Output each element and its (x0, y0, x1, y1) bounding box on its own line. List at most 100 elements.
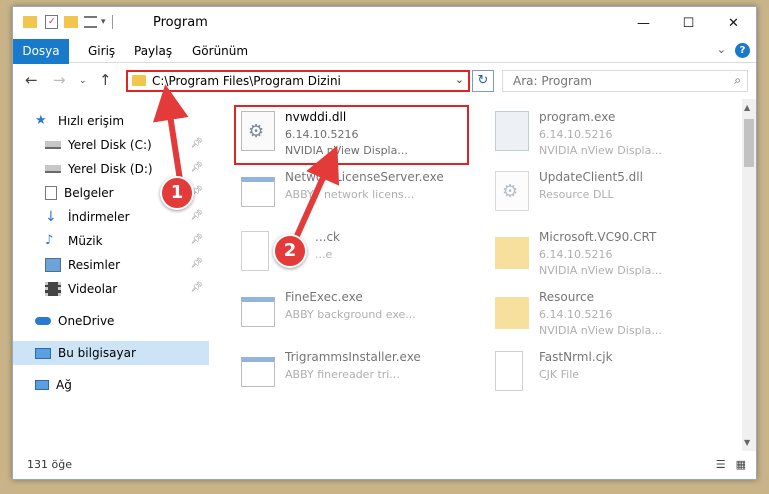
file-name: NetworkLicenseServer.exe (285, 170, 444, 184)
window-title: Program (153, 15, 208, 30)
expand-ribbon-icon[interactable]: ⌄ (717, 43, 726, 56)
pin-icon[interactable]: 📌︎ (190, 210, 203, 221)
file-item[interactable]: FastNrml.cjk CJK File (491, 347, 726, 403)
sidebar-item-quick-access[interactable]: ★ Hızlı erişim (13, 109, 209, 133)
file-list: ⚙ nvwddi.dll 6.14.10.5216 NVIDIA nView D… (223, 99, 748, 451)
file-description: ...e (315, 248, 333, 261)
up-arrow-icon[interactable]: ↑ (99, 71, 112, 89)
explorer-window: ✓ ▾ Program — ☐ ✕ Dosya Giriş Paylaş Gör… (12, 6, 757, 480)
back-arrow-icon[interactable]: ← (25, 71, 38, 89)
minimize-button[interactable]: — (621, 7, 666, 39)
sidebar-item-local-disk-c[interactable]: Yerel Disk (C:) 📌︎ (13, 133, 209, 157)
file-item[interactable]: Microsoft.VC90.CRT 6.14.10.5216 NVIDIA n… (491, 227, 726, 283)
sidebar-item-this-pc[interactable]: Bu bilgisayar (13, 341, 209, 365)
file-version: 6.14.10.5216 (539, 248, 613, 261)
navigation-pane: ★ Hızlı erişim Yerel Disk (C:) 📌︎ Yerel … (13, 99, 209, 451)
tab-share[interactable]: Paylaş (121, 39, 185, 63)
title-separator (111, 15, 113, 29)
quick-access-toolbar: ✓ ▾ (23, 15, 113, 29)
file-item[interactable]: Resource 6.14.10.5216 NVIDIA nView Displ… (491, 287, 726, 343)
file-description: ABBY finereader tri... (285, 368, 400, 381)
file-name: program.exe (539, 110, 616, 124)
sidebar-item-label: Yerel Disk (C:) (68, 138, 152, 152)
scroll-down-icon[interactable]: ▼ (744, 438, 750, 447)
sidebar-item-label: Hızlı erişim (58, 114, 125, 128)
exe-window-icon (241, 177, 275, 207)
search-icon: ⌕ (734, 73, 741, 87)
file-icon (495, 351, 523, 391)
file-name: Microsoft.VC90.CRT (539, 230, 657, 244)
close-button[interactable]: ✕ (711, 7, 756, 39)
cloud-icon (35, 317, 51, 325)
view-list-icon[interactable] (84, 16, 97, 28)
customize-dropdown-icon[interactable]: ▾ (101, 17, 106, 27)
view-switcher: ☰ ▦ (716, 458, 746, 471)
ribbon: Dosya Giriş Paylaş Görünüm ⌄ ? (13, 39, 756, 95)
pin-icon[interactable]: 📌︎ (190, 138, 203, 149)
file-description: ABBY background exe... (285, 308, 416, 321)
folder-icon (132, 75, 146, 86)
file-name: Resource (539, 290, 595, 304)
sidebar-item-label: Yerel Disk (D:) (68, 162, 153, 176)
help-icon[interactable]: ? (735, 43, 750, 58)
pin-icon[interactable]: 📌︎ (190, 282, 203, 293)
search-input[interactable] (513, 71, 713, 91)
details-view-icon[interactable]: ☰ (716, 458, 726, 471)
navigation-bar: ← → ⌄ ↑ C:\Program Files\Program Dizini … (13, 64, 756, 97)
new-folder-icon[interactable] (64, 16, 78, 28)
address-dropdown-icon[interactable]: ⌄ (455, 73, 464, 86)
drive-icon (45, 165, 61, 173)
file-description: NVIDIA nView Displa... (539, 324, 662, 337)
pin-icon[interactable]: 📌︎ (190, 258, 203, 269)
pin-icon[interactable]: 📌︎ (190, 234, 203, 245)
scroll-up-icon[interactable]: ▲ (744, 103, 750, 112)
item-count: 131 öğe (27, 458, 72, 471)
file-description: NVIDIA nView Displa... (539, 264, 662, 277)
folder-icon (495, 297, 529, 329)
exe-window-icon (241, 357, 275, 387)
tiles-view-icon[interactable]: ▦ (736, 458, 746, 471)
sidebar-item-label: Müzik (68, 234, 103, 248)
maximize-button[interactable]: ☐ (666, 7, 711, 39)
sidebar-item-label: Bu bilgisayar (58, 346, 136, 360)
sidebar-item-music[interactable]: ♪ Müzik 📌︎ (13, 229, 209, 253)
sidebar-item-onedrive[interactable]: OneDrive (13, 309, 209, 333)
file-item[interactable]: program.exe 6.14.10.5216 NVIDIA nView Di… (491, 107, 726, 163)
file-description: NVIDIA nView Displa... (539, 144, 662, 157)
status-bar: 131 öğe ☰ ▦ (13, 451, 756, 479)
scrollbar-thumb[interactable] (744, 119, 754, 167)
refresh-button[interactable]: ↻ (472, 70, 494, 92)
video-icon (45, 282, 61, 296)
address-bar[interactable]: C:\Program Files\Program Dizini ⌄ (126, 70, 470, 92)
pictures-icon (45, 258, 61, 272)
file-name: FineExec.exe (285, 290, 363, 304)
vertical-scrollbar[interactable]: ▲ ▼ (742, 99, 756, 451)
sidebar-item-label: OneDrive (58, 314, 115, 328)
tab-view[interactable]: Görünüm (179, 39, 261, 63)
file-item[interactable]: FineExec.exe ABBY background exe... (237, 287, 472, 343)
file-item[interactable]: NetworkLicenseServer.exe ABBYY network l… (237, 167, 472, 223)
sidebar-item-videos[interactable]: Videolar 📌︎ (13, 277, 209, 301)
file-name: TrigrammsInstaller.exe (285, 350, 421, 364)
sidebar-item-network[interactable]: Ağ (13, 373, 209, 397)
network-icon (35, 380, 49, 390)
download-icon: ↓ (45, 209, 57, 225)
properties-icon[interactable]: ✓ (45, 15, 58, 29)
file-icon (241, 231, 269, 271)
file-item[interactable]: TrigrammsInstaller.exe ABBY finereader t… (237, 347, 472, 403)
forward-arrow-icon[interactable]: → (53, 71, 66, 89)
folder-icon (495, 237, 529, 269)
file-item[interactable]: ⚙ UpdateClient5.dll Resource DLL (491, 167, 726, 223)
recent-locations-icon[interactable]: ⌄ (79, 76, 87, 86)
sidebar-item-label: Belgeler (64, 186, 114, 200)
sidebar-item-label: İndirmeler (68, 210, 130, 224)
pin-icon[interactable]: 📌︎ (190, 162, 203, 173)
file-description: Resource DLL (539, 188, 614, 201)
drive-icon (45, 141, 61, 149)
file-item[interactable]: ...ck ...e (237, 227, 472, 283)
sidebar-item-label: Resimler (68, 258, 121, 272)
exe-window-icon (241, 297, 275, 327)
search-box[interactable]: ⌕ (502, 70, 748, 92)
sidebar-item-pictures[interactable]: Resimler 📌︎ (13, 253, 209, 277)
sidebar-item-label: Videolar (68, 282, 118, 296)
